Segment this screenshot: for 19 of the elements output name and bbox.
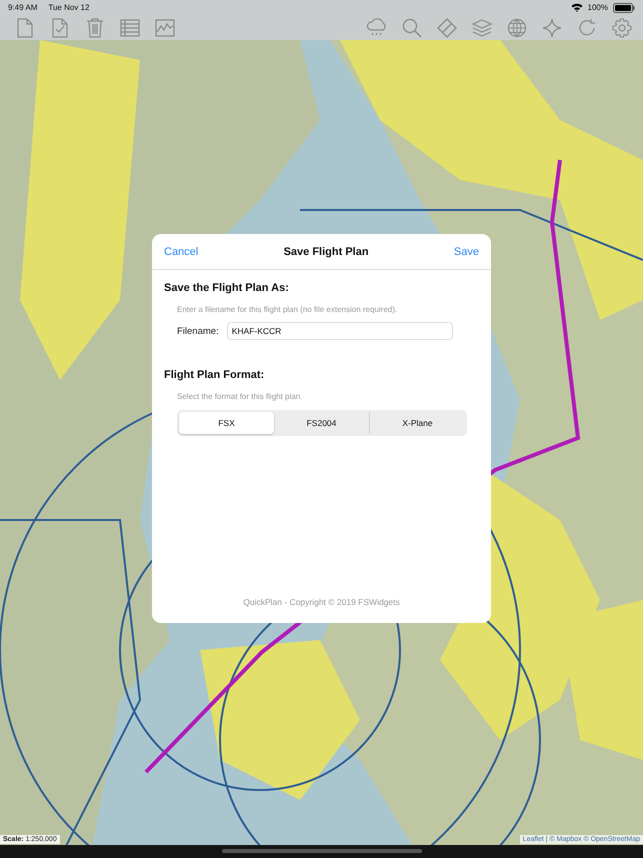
- cancel-button[interactable]: Cancel: [164, 246, 198, 258]
- save-button[interactable]: Save: [454, 246, 479, 258]
- battery-icon: [613, 2, 635, 12]
- format-option[interactable]: X-Plane: [369, 412, 465, 434]
- format-option[interactable]: FS2004: [274, 412, 369, 434]
- filename-field[interactable]: KHAF-KCCR: [226, 322, 453, 340]
- section-heading: Save the Flight Plan As:: [164, 282, 290, 294]
- battery-percent: 100%: [588, 3, 608, 12]
- hint-text: Enter a filename for this flight plan (no file extension required).: [177, 305, 398, 314]
- field-label: Filename:: [177, 326, 219, 336]
- dialog-title: Save Flight Plan: [284, 246, 369, 258]
- wifi-icon: [570, 3, 583, 12]
- section-heading: Flight Plan Format:: [164, 369, 266, 381]
- hint-text: Select the format for this flight plan.: [177, 392, 304, 401]
- status-time: 9:49 AM: [8, 3, 38, 12]
- format-option[interactable]: FSX: [179, 412, 274, 434]
- layers-icon[interactable]: [469, 16, 495, 38]
- status-date: Tue Nov 12: [48, 3, 90, 12]
- copyright-text: QuickPlan - Copyright © 2019 FSWidgets: [242, 597, 401, 607]
